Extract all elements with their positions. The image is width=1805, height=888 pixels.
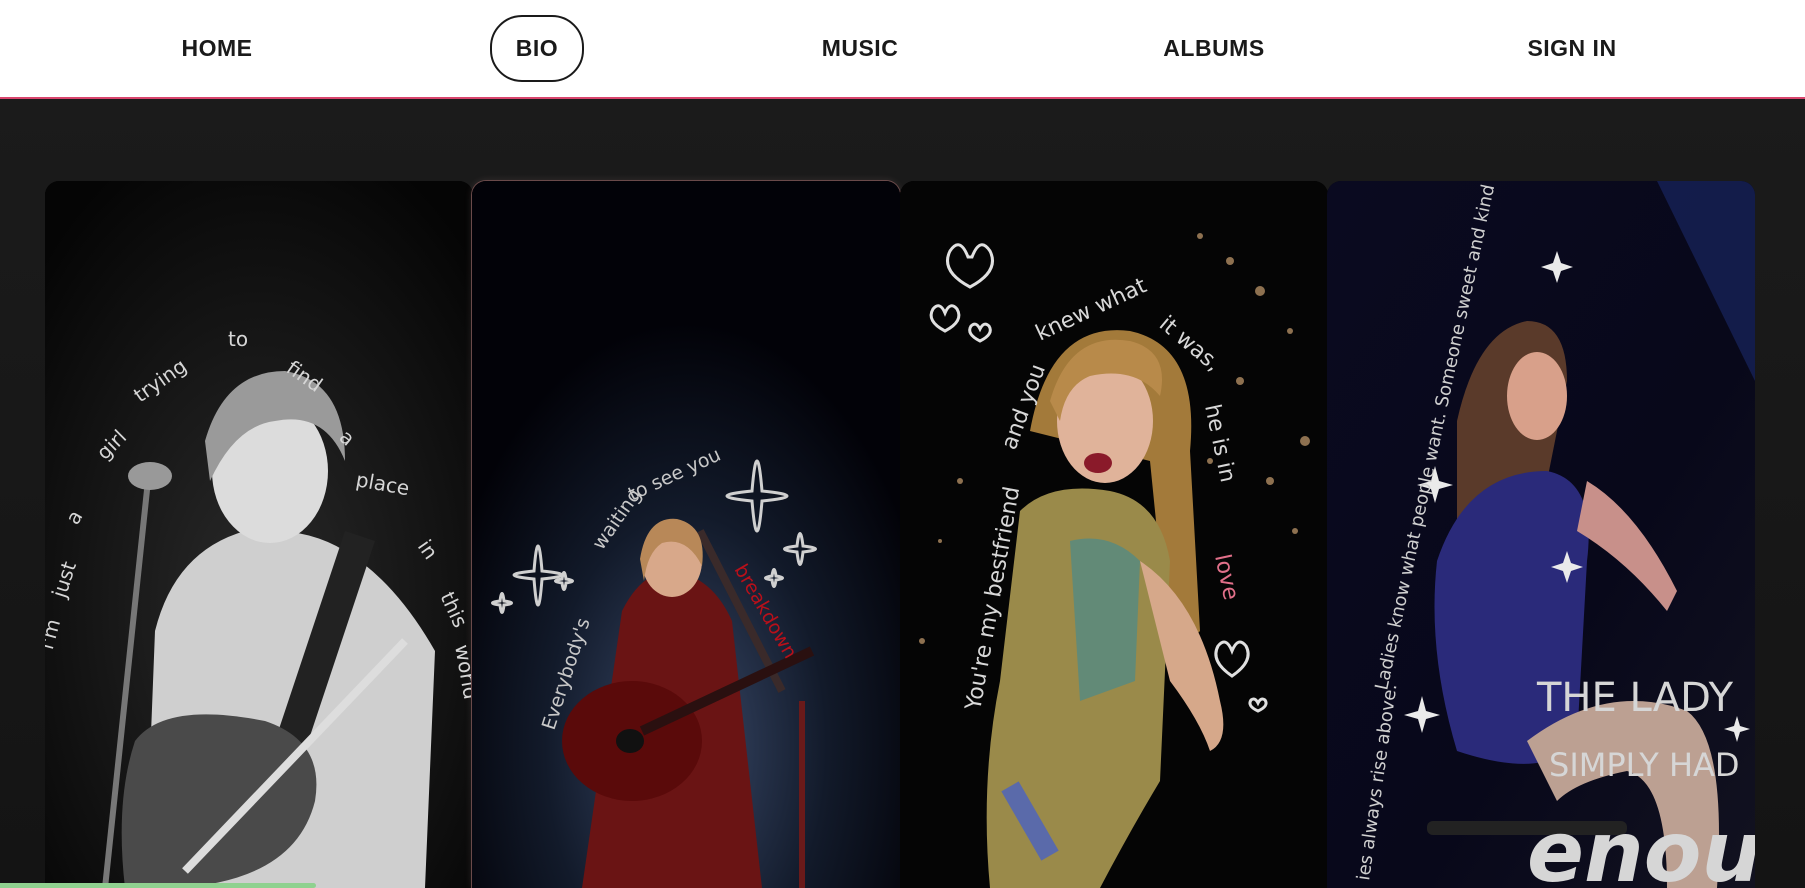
bio-card-2-image: Everybody's waiting to see you breakdown [472,181,900,888]
bio-card-4-image: Ladies know what people want. Someone sw… [1327,181,1755,888]
bio-card-1[interactable]: i'm just a girl trying to find a place i… [45,181,473,888]
card4-big-text-1: THE LADY [1536,675,1734,721]
nav-albums-label: ALBUMS [1163,35,1265,61]
nav-home[interactable]: HOME [157,0,277,97]
card4-big-text-2: SIMPLY HAD [1549,746,1740,784]
nav-signin[interactable]: SIGN IN [1510,0,1634,97]
nav-music-label: MUSIC [821,35,899,61]
svg-text:to: to [228,327,248,351]
nav-home-label: HOME [181,35,253,61]
card4-script-text: enough [1527,803,1755,888]
page-progress-bar [0,883,316,888]
nav-bio[interactable]: BIO [489,0,585,97]
bio-card-3[interactable]: You're my bestfriend and you knew what i… [900,181,1328,888]
nav-signin-label: SIGN IN [1527,35,1617,61]
nav-music[interactable]: MUSIC [800,0,920,97]
top-navbar: HOME BIO MUSIC ALBUMS SIGN IN [0,0,1805,99]
bio-card-3-image: You're my bestfriend and you knew what i… [900,181,1328,888]
bio-card-2[interactable]: Everybody's waiting to see you breakdown [472,181,900,888]
bio-card-1-image: i'm just a girl trying to find a place i… [45,181,473,888]
bio-card-4[interactable]: Ladies know what people want. Someone sw… [1327,181,1755,888]
nav-albums[interactable]: ALBUMS [1150,0,1278,97]
nav-bio-label: BIO [489,15,585,82]
